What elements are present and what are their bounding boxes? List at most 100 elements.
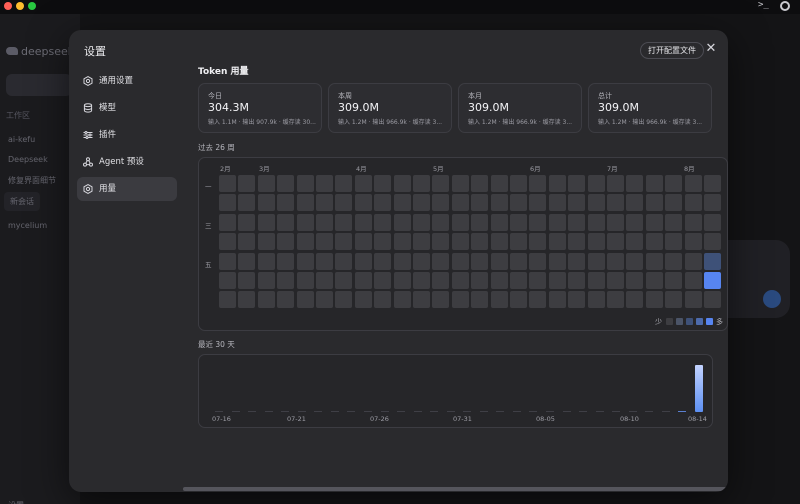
heatmap-cell <box>354 194 372 212</box>
month-label: 4月 <box>356 165 367 173</box>
usage-bar <box>645 411 654 412</box>
heatmap-cell <box>257 233 275 251</box>
sidebar-item[interactable]: Deepseek <box>8 155 48 164</box>
heatmap-cell <box>354 175 372 192</box>
heatmap-cell <box>354 252 372 270</box>
heatmap-cell <box>510 233 527 251</box>
app-settings-link[interactable]: 设置 <box>8 500 24 504</box>
heatmap-cell <box>704 233 721 251</box>
heatmap-cell <box>587 291 605 309</box>
heatmap-cell <box>277 213 295 231</box>
card-label: 今日 <box>208 92 222 100</box>
heatmap-cell <box>335 291 353 309</box>
heatmap-cell <box>471 272 489 289</box>
open-config-file-button[interactable]: 打开配置文件 <box>640 42 704 59</box>
heatmap-cell <box>645 213 663 231</box>
heatmap-cell <box>645 291 663 309</box>
agent-icon <box>83 157 93 167</box>
close-icon[interactable]: ✕ <box>703 41 719 57</box>
settings-nav: 通用设置 模型 插件 Agent 预设 用量 <box>77 69 177 204</box>
heatmap-cell <box>684 252 702 270</box>
window-titlebar: >_ <box>0 0 800 14</box>
usage-bar <box>297 411 306 412</box>
usage-card-month: 本月 309.0M 输入 1.2M · 输出 966.9k · 缓存读 3... <box>458 83 582 133</box>
heatmap-cell <box>219 213 236 231</box>
date-label: 08-05 <box>536 415 555 423</box>
heatmap-cell <box>607 175 624 192</box>
heatmap-cell <box>510 194 527 212</box>
card-value: 304.3M <box>208 101 249 114</box>
zoom-window-button[interactable] <box>28 2 36 10</box>
heatmap-cell <box>451 272 469 289</box>
heatmap-cell <box>393 291 411 309</box>
card-label: 本周 <box>338 92 352 100</box>
heatmap-cell <box>219 272 236 289</box>
heatmap-cell <box>587 213 605 231</box>
heatmap-cell <box>354 233 372 251</box>
usage-bar <box>661 411 670 412</box>
heatmap-cell <box>626 194 644 212</box>
nav-item-models[interactable]: 模型 <box>77 96 177 120</box>
usage-bar <box>330 411 339 412</box>
usage-card-today: 今日 304.3M 输入 1.1M · 输出 907.9k · 缓存读 30..… <box>198 83 322 133</box>
token-usage-title: Token 用量 <box>198 67 249 77</box>
usage-bar <box>215 411 223 412</box>
heatmap-cell <box>238 213 256 231</box>
heatmap-cell <box>626 272 644 289</box>
heatmap-cell <box>257 252 275 270</box>
heatmap-cell <box>548 252 566 270</box>
sidebar-item[interactable]: mycelium <box>8 221 47 230</box>
sidebar-item[interactable]: ai-kefu <box>8 135 35 144</box>
heatmap-cell <box>645 272 663 289</box>
sidebar-item[interactable]: 修复界面细节 <box>8 175 56 186</box>
date-label: 07-16 <box>212 415 231 423</box>
nav-item-general[interactable]: 通用设置 <box>77 69 177 93</box>
nav-item-plugins[interactable]: 插件 <box>77 123 177 147</box>
send-button[interactable] <box>763 290 781 308</box>
month-label: 7月 <box>607 165 618 173</box>
heatmap-cell <box>238 175 256 192</box>
heatmap-cell <box>277 233 295 251</box>
card-value: 309.0M <box>468 101 509 114</box>
app-sidebar: deepseek 工作区 ai-kefu Deepseek 修复界面细节 新会话… <box>0 14 80 504</box>
heatmap-cell <box>316 252 333 270</box>
heatmap-cell <box>413 175 430 192</box>
heatmap-cell <box>374 233 392 251</box>
heatmap-cell <box>219 252 236 270</box>
card-detail: 输入 1.2M · 输出 966.9k · 缓存读 3... <box>338 119 443 126</box>
heatmap-cell <box>316 194 333 212</box>
usage-bar <box>314 411 323 412</box>
heatmap-cell <box>587 233 605 251</box>
horizontal-scrollbar[interactable] <box>183 487 728 491</box>
nav-item-usage[interactable]: 用量 <box>77 177 177 201</box>
nav-item-agent-presets[interactable]: Agent 预设 <box>77 150 177 174</box>
heatmap-cell <box>219 194 236 212</box>
heatmap-cell <box>413 272 430 289</box>
heatmap-cell <box>568 252 586 270</box>
heatmap-cell <box>704 175 721 192</box>
terminal-icon[interactable]: >_ <box>758 0 769 10</box>
heatmap-cell <box>413 194 430 212</box>
close-window-button[interactable] <box>4 2 12 10</box>
heatmap-cell <box>568 194 586 212</box>
card-value: 309.0M <box>338 101 379 114</box>
minimize-window-button[interactable] <box>16 2 24 10</box>
heatmap-cell <box>432 213 450 231</box>
heatmap-cell <box>626 213 644 231</box>
date-label: 08-14 <box>688 415 707 423</box>
heatmap-cell <box>393 252 411 270</box>
card-detail: 输入 1.2M · 输出 966.9k · 缓存读 3... <box>598 119 703 126</box>
sidebar-item[interactable]: 新会话 <box>4 192 40 211</box>
heatmap-cell <box>684 175 702 192</box>
month-label: 8月 <box>684 165 695 173</box>
heatmap-cell <box>238 233 256 251</box>
heatmap-cell <box>257 175 275 192</box>
heatmap-cell <box>684 194 702 212</box>
heatmap-cell <box>607 252 624 270</box>
new-chat-button[interactable] <box>6 74 72 96</box>
heatmap-cell <box>451 213 469 231</box>
usage-bar <box>612 411 621 412</box>
github-icon[interactable] <box>780 1 790 11</box>
heatmap-cell <box>451 233 469 251</box>
app-logo: deepseek <box>6 45 74 58</box>
